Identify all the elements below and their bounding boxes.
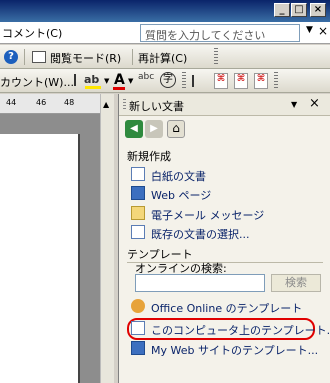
new-section-title: 新規作成 xyxy=(127,150,171,163)
home-icon[interactable]: ⌂ xyxy=(167,120,185,138)
font-color-bar xyxy=(113,87,125,90)
toolbar-separator xyxy=(24,49,25,65)
reading-mode-button[interactable]: 閲覧モード(R) xyxy=(50,50,121,66)
task-pane-header: 新しい文書 ▼ × xyxy=(119,94,330,116)
highlight-dropdown-icon[interactable]: ▼ xyxy=(104,77,109,85)
existing-doc-icon xyxy=(131,225,145,239)
web-page-icon xyxy=(131,186,145,200)
pdf-review-icon[interactable]: ⌘ xyxy=(254,73,268,89)
phonetic-guide-icon[interactable]: abc xyxy=(138,72,154,82)
document-page[interactable] xyxy=(0,134,80,383)
font-color-dropdown-icon[interactable]: ▼ xyxy=(128,77,133,85)
pane-close-icon[interactable]: × xyxy=(309,96,320,111)
email-icon xyxy=(131,206,145,220)
template-search-input[interactable] xyxy=(135,274,265,292)
close-button[interactable]: × xyxy=(310,3,326,17)
ruler-tick: 46 xyxy=(36,98,47,107)
toolbar-grip[interactable] xyxy=(274,72,278,90)
toolbar-grip-small xyxy=(74,74,82,86)
pane-menu-dropdown-icon[interactable]: ▼ xyxy=(291,100,297,109)
pdf-icon[interactable]: ⌘ xyxy=(214,73,228,89)
horizontal-ruler: 44 46 48 xyxy=(0,94,110,114)
toolbar-separator xyxy=(132,49,133,65)
web-site-template-icon xyxy=(131,341,145,355)
highlight-icon[interactable]: ab xyxy=(84,73,99,86)
toolbar-grip[interactable] xyxy=(214,48,218,66)
menu-bar: コメント(C) 質問を入力してください ▼ × xyxy=(0,22,330,44)
template-search-button[interactable]: 検索 xyxy=(271,274,321,292)
pane-grip-icon[interactable] xyxy=(123,99,126,111)
close-document-icon[interactable]: × xyxy=(318,24,328,38)
ruler-tick: 48 xyxy=(64,98,75,107)
task-pane-title: 新しい文書 xyxy=(129,100,184,113)
vertical-scrollbar[interactable]: ▲ xyxy=(100,94,114,383)
blank-doc-icon xyxy=(131,167,145,181)
toolbar-grip-small xyxy=(192,75,200,87)
forward-icon[interactable]: ▶ xyxy=(145,120,163,138)
word-count-button[interactable]: カウント(W)... xyxy=(0,74,74,90)
reading-mode-icon xyxy=(32,51,46,63)
task-pane-nav: ◀ ▶ ⌂ xyxy=(119,118,330,140)
toolbar-reading: ? 閲覧モード(R) 再計算(C) xyxy=(0,45,330,69)
scroll-up-icon[interactable]: ▲ xyxy=(103,100,109,109)
ruler-tick: 44 xyxy=(6,98,17,107)
back-icon[interactable]: ◀ xyxy=(125,120,143,138)
maximize-button[interactable]: □ xyxy=(291,3,307,17)
minimize-button[interactable]: _ xyxy=(274,3,290,17)
highlight-color-bar xyxy=(85,86,101,89)
font-color-icon[interactable]: A xyxy=(114,72,125,88)
computer-template-icon xyxy=(131,321,145,335)
task-pane: 新しい文書 ▼ × ◀ ▶ ⌂ 新規作成 白紙の文書 Web ページ 電子メール… xyxy=(118,94,330,383)
title-bar: _ □ × xyxy=(0,0,330,22)
help-question-input[interactable]: 質問を入力してください xyxy=(140,24,300,42)
pdf-mail-icon[interactable]: ⌘ xyxy=(234,73,248,89)
recalc-button[interactable]: 再計算(C) xyxy=(138,50,187,66)
toolbar-grip[interactable] xyxy=(182,72,186,90)
help-dropdown-icon[interactable]: ▼ xyxy=(306,25,313,35)
document-area[interactable] xyxy=(0,114,110,383)
menu-comment[interactable]: コメント(C) xyxy=(2,25,62,41)
office-online-icon xyxy=(131,299,145,313)
enclose-character-icon[interactable]: 字 xyxy=(160,72,176,88)
toolbar-format: カウント(W)... ab ▼ A ▼ abc 字 ⌘ ⌘ ⌘ xyxy=(0,69,330,93)
help-icon[interactable]: ? xyxy=(4,50,18,64)
